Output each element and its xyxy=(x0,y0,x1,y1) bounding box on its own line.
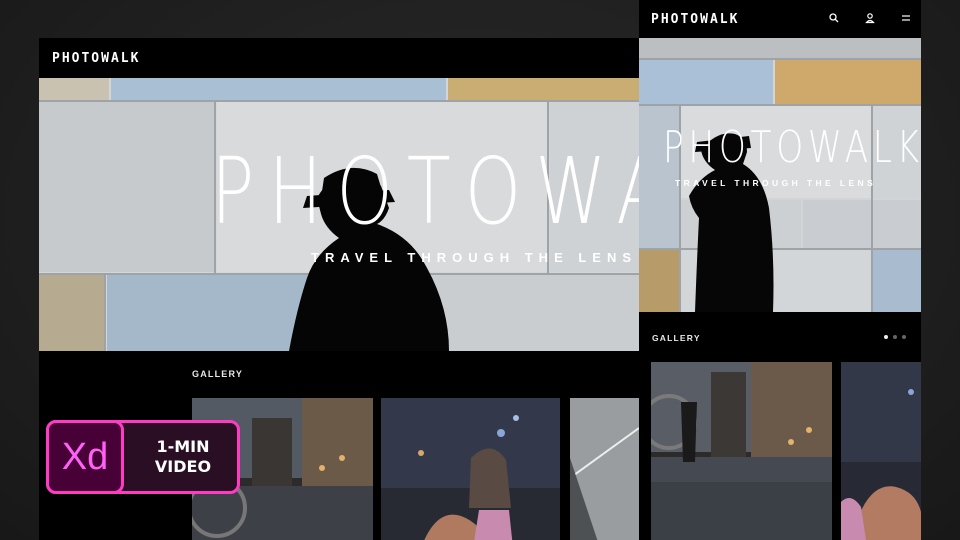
user-icon[interactable] xyxy=(863,11,877,25)
header-actions xyxy=(827,11,913,25)
adobe-xd-logo: Xd xyxy=(46,420,124,494)
badge-line-1: 1-MIN xyxy=(156,437,210,456)
mobile-header: PHOTOWALK xyxy=(639,0,921,38)
pager-dot[interactable] xyxy=(893,335,897,339)
mobile-hero: PHOTOWALK TRAVEL THROUGH THE LENS xyxy=(639,38,921,312)
mobile-mockup: PHOTOWALK PHOTOWALK TRAVEL THROUGH THE L… xyxy=(639,0,921,540)
gallery-heading: GALLERY xyxy=(192,369,244,379)
badge-label: 1-MIN VIDEO xyxy=(129,437,237,477)
gallery-thumb[interactable] xyxy=(570,398,639,540)
brand-logo[interactable]: PHOTOWALK xyxy=(52,51,140,66)
pager-dot[interactable] xyxy=(884,335,888,339)
pager-dot[interactable] xyxy=(902,335,906,339)
gallery-thumb[interactable] xyxy=(841,362,921,540)
hero-photo xyxy=(639,38,921,312)
menu-icon[interactable] xyxy=(899,11,913,25)
gallery-heading: GALLERY xyxy=(652,333,701,343)
stage: PHOTOWALK PHOTOW TRAVEL THROUGH THE LENS… xyxy=(0,0,960,540)
video-badge: Xd 1-MIN VIDEO xyxy=(46,420,240,494)
hero-title: PHOTOWALK xyxy=(211,138,639,245)
desktop-header: PHOTOWALK xyxy=(39,38,639,78)
gallery-thumb[interactable] xyxy=(381,398,560,540)
hero-subtitle: TRAVEL THROUGH THE LENS xyxy=(675,178,877,188)
carousel-pager xyxy=(884,335,906,339)
brand-logo[interactable]: PHOTOWALK xyxy=(651,12,739,27)
desktop-hero: PHOTOWALK TRAVEL THROUGH THE LENS xyxy=(39,78,639,351)
hero-title: PHOTOWALK xyxy=(663,122,921,173)
search-icon[interactable] xyxy=(827,11,841,25)
gallery-thumb[interactable] xyxy=(651,362,832,540)
hero-subtitle: TRAVEL THROUGH THE LENS xyxy=(311,250,638,265)
badge-line-2: VIDEO xyxy=(154,457,212,476)
